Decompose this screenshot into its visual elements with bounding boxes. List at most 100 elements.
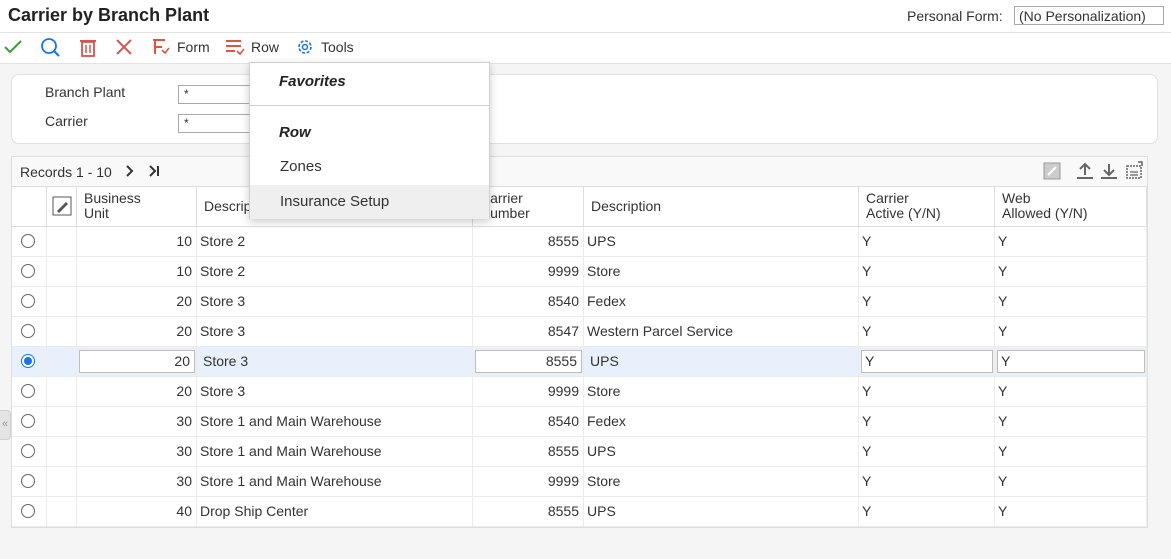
cell-business-unit[interactable]: 30 (77, 407, 197, 436)
cell-business-unit[interactable]: 20 (77, 317, 197, 346)
download-icon[interactable] (1099, 161, 1119, 181)
cell-carrier-description[interactable]: Fedex (584, 407, 859, 436)
cell-bu-description[interactable]: Store 2 (197, 227, 473, 256)
row-select-radio[interactable] (21, 294, 35, 308)
table-row[interactable]: 20 Store 3 8540 Fedex Y Y (12, 287, 1147, 317)
cell-carrier-number[interactable]: 8540 (473, 287, 584, 316)
close-icon[interactable] (113, 36, 135, 58)
cell-carrier-description[interactable]: UPS (584, 227, 859, 256)
table-row[interactable]: 20 Store 3 9999 Store Y Y (12, 377, 1147, 407)
table-row[interactable]: 10 Store 2 9999 Store Y Y (12, 257, 1147, 287)
cell-bu-description[interactable]: Store 3 (197, 317, 473, 346)
cell-carrier-active-input[interactable]: Y (861, 350, 993, 373)
table-row[interactable]: 30 Store 1 and Main Warehouse 8555 UPS Y Y (12, 437, 1147, 467)
row-select-radio[interactable] (21, 444, 35, 458)
cell-bu-description[interactable]: Store 1 and Main Warehouse (197, 437, 473, 466)
cell-web-allowed[interactable]: Y (995, 317, 1147, 346)
cell-carrier-number[interactable]: 9999 (473, 377, 584, 406)
cell-carrier-number[interactable]: 8555 (473, 437, 584, 466)
form-menu[interactable]: Form (150, 36, 210, 58)
cell-business-unit[interactable]: 20 (77, 287, 197, 316)
cell-business-unit[interactable]: 30 (77, 467, 197, 496)
cell-web-allowed[interactable]: Y (995, 227, 1147, 256)
cell-bu-description[interactable]: Store 3 (197, 287, 473, 316)
cell-web-allowed[interactable]: Y (995, 287, 1147, 316)
menu-item-zones[interactable]: Zones (250, 150, 489, 184)
cell-business-unit[interactable]: 30 (77, 437, 197, 466)
cell-carrier-active[interactable]: Y (859, 407, 995, 436)
upload-icon[interactable] (1075, 161, 1095, 181)
edit-grid-icon[interactable] (1042, 161, 1062, 181)
tools-menu[interactable]: Tools (294, 36, 354, 58)
cell-carrier-active[interactable]: Y (859, 227, 995, 256)
checkmark-icon[interactable] (2, 36, 24, 58)
cell-carrier-number[interactable]: 8547 (473, 317, 584, 346)
cell-carrier-description[interactable]: Store (584, 377, 859, 406)
table-row[interactable]: 20 Store 3 8555 UPS Y Y (12, 347, 1147, 377)
cell-carrier-active[interactable]: Y (859, 437, 995, 466)
cell-bu-description[interactable]: Store 1 and Main Warehouse (197, 467, 473, 496)
col-web-allowed[interactable]: Web Allowed (Y/N) (995, 186, 1147, 226)
cell-carrier-active[interactable]: Y (859, 467, 995, 496)
col-carrier-description[interactable]: Description (584, 186, 859, 226)
cell-carrier-description[interactable]: UPS (584, 497, 859, 526)
collapse-sidebar-icon[interactable]: « (0, 410, 11, 440)
row-select-radio[interactable] (21, 234, 35, 248)
cell-carrier-number[interactable]: 9999 (473, 257, 584, 286)
pencil-grid-icon[interactable] (52, 196, 72, 216)
row-select-radio[interactable] (21, 264, 35, 278)
row-select-radio[interactable] (21, 384, 35, 398)
col-business-unit[interactable]: Business Unit (77, 186, 197, 226)
row-select-radio[interactable] (21, 504, 35, 518)
personal-form-select[interactable]: (No Personalization) (1014, 6, 1164, 25)
cell-web-allowed[interactable]: Y (995, 407, 1147, 436)
cell-web-allowed[interactable]: Y (995, 257, 1147, 286)
cell-carrier-active[interactable]: Y (859, 377, 995, 406)
search-icon[interactable] (39, 36, 61, 58)
cell-bu-description[interactable]: Store 2 (197, 257, 473, 286)
row-select-radio[interactable] (21, 324, 35, 338)
cell-business-unit[interactable]: 10 (77, 257, 197, 286)
cell-carrier-number-input[interactable]: 8555 (475, 350, 582, 373)
cell-carrier-active[interactable]: Y (859, 257, 995, 286)
cell-business-unit[interactable]: 40 (77, 497, 197, 526)
cell-web-allowed[interactable]: Y (995, 467, 1147, 496)
cell-bu-description[interactable]: Store 3 (197, 377, 473, 406)
table-row[interactable]: 30 Store 1 and Main Warehouse 9999 Store Y Y (12, 467, 1147, 497)
cell-business-unit[interactable]: 20 (77, 377, 197, 406)
table-row[interactable]: 40 Drop Ship Center 8555 UPS Y Y (12, 497, 1147, 527)
cell-bu-description[interactable]: Drop Ship Center (197, 497, 473, 526)
next-page-icon[interactable] (123, 162, 137, 180)
cell-web-allowed[interactable]: Y (995, 377, 1147, 406)
col-carrier-active[interactable]: Carrier Active (Y/N) (859, 186, 995, 226)
cell-carrier-number[interactable]: 9999 (473, 467, 584, 496)
cell-business-unit[interactable]: 10 (77, 227, 197, 256)
cell-carrier-description[interactable]: Store (584, 257, 859, 286)
cell-web-allowed[interactable]: Y (995, 497, 1147, 526)
branch-plant-input[interactable]: * (178, 85, 258, 104)
table-row[interactable]: 10 Store 2 8555 UPS Y Y (12, 227, 1147, 257)
cell-bu-description[interactable]: Store 1 and Main Warehouse (197, 407, 473, 436)
menu-item-insurance-setup[interactable]: Insurance Setup (250, 185, 489, 219)
cell-carrier-active[interactable]: Y (859, 287, 995, 316)
export-grid-icon[interactable] (1123, 160, 1145, 182)
delete-icon[interactable] (77, 36, 99, 58)
cell-carrier-description[interactable]: Store (584, 467, 859, 496)
cell-carrier-description[interactable]: Fedex (584, 287, 859, 316)
table-row[interactable]: 30 Store 1 and Main Warehouse 8540 Fedex Y Y (12, 407, 1147, 437)
cell-carrier-active[interactable]: Y (859, 497, 995, 526)
cell-carrier-active[interactable]: Y (859, 317, 995, 346)
table-row[interactable]: 20 Store 3 8547 Western Parcel Service Y Y (12, 317, 1147, 347)
row-select-radio[interactable] (21, 474, 35, 488)
cell-carrier-number[interactable]: 8540 (473, 407, 584, 436)
cell-carrier-number[interactable]: 8555 (473, 227, 584, 256)
row-select-radio[interactable] (21, 414, 35, 428)
cell-web-allowed-input[interactable]: Y (997, 350, 1145, 373)
row-menu[interactable]: Row (224, 36, 279, 58)
cell-business-unit-input[interactable]: 20 (79, 350, 195, 373)
cell-web-allowed[interactable]: Y (995, 437, 1147, 466)
cell-carrier-number[interactable]: 8555 (473, 497, 584, 526)
cell-carrier-description[interactable]: UPS (584, 437, 859, 466)
cell-carrier-description[interactable]: Western Parcel Service (584, 317, 859, 346)
last-page-icon[interactable] (147, 162, 161, 180)
